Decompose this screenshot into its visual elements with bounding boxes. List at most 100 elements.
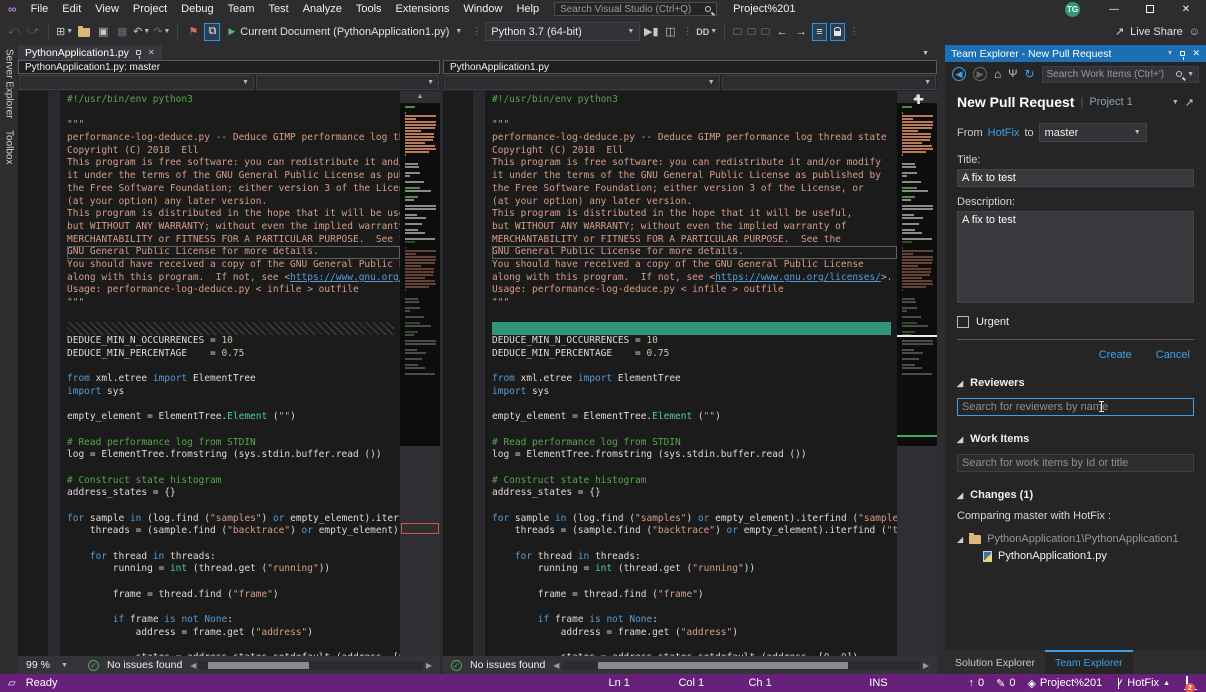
code-line[interactable]: but WITHOUT ANY WARRANTY; without even t… <box>492 221 897 234</box>
work-items-section-header[interactable]: ◢ Work Items <box>957 433 1194 445</box>
refresh-icon[interactable]: ↻ <box>1024 67 1034 81</box>
zoom-level-select[interactable]: 99 % ▼ <box>26 659 80 671</box>
code-line[interactable]: # Construct state histogram <box>67 475 400 488</box>
create-button[interactable]: Create <box>1099 349 1132 361</box>
menu-test[interactable]: Test <box>262 2 296 16</box>
back-icon[interactable]: ◀ <box>952 67 966 81</box>
code-line[interactable]: You should have received a copy of the G… <box>67 259 400 272</box>
code-line[interactable]: DEDUCE_MIN_PERCENTAGE = 0.75 <box>67 348 400 361</box>
incoming-commits-indicator[interactable]: ↑ 0 <box>968 677 984 689</box>
save-all-icon[interactable]: ▦ <box>114 23 130 41</box>
code-line[interactable]: the Free Software Foundation; either ver… <box>67 183 400 196</box>
code-line[interactable]: """ <box>67 119 400 132</box>
undo-icon[interactable]: ↶▼ <box>133 23 150 41</box>
code-line[interactable]: for sample in (log.find ("samples") or e… <box>67 513 400 526</box>
code-line[interactable] <box>492 640 897 653</box>
code-line[interactable]: the Free Software Foundation; either ver… <box>492 183 897 196</box>
code-line[interactable]: """ <box>492 297 897 310</box>
new-project-icon[interactable]: ⊞▼ <box>56 23 73 41</box>
code-line[interactable]: (at your option) any later version. <box>67 196 400 209</box>
code-line[interactable]: # Construct state histogram <box>492 475 897 488</box>
code-line[interactable]: for sample in (log.find ("samples") or e… <box>492 513 897 526</box>
code-line[interactable]: DEDUCE_MIN_PERCENTAGE = 0.75 <box>492 348 897 361</box>
python-environment-combo[interactable]: Python 3.7 (64-bit) ▼ <box>485 22 640 41</box>
code-line[interactable]: Usage: performance-log-deduce.py < infil… <box>67 284 400 297</box>
code-line[interactable] <box>67 107 400 120</box>
quick-search-box[interactable]: Search Visual Studio (Ctrl+Q) <box>554 2 717 16</box>
open-folder-icon[interactable] <box>76 23 92 41</box>
pending-edits-indicator[interactable]: ✎ 0 <box>996 677 1015 690</box>
work-items-search-box[interactable]: Search Work Items (Ctrl+') ▼ <box>1042 66 1199 83</box>
code-line[interactable] <box>67 500 400 513</box>
maximize-button[interactable] <box>1132 0 1168 18</box>
code-line[interactable] <box>492 538 897 551</box>
code-line[interactable]: import sys <box>492 386 897 399</box>
code-line[interactable]: states = address_states.setdefault (addr… <box>492 652 897 656</box>
toggle-comments-icon[interactable] <box>761 28 770 35</box>
code-line[interactable]: address_states = {} <box>67 487 400 500</box>
code-line[interactable] <box>492 399 897 412</box>
window-position-icon[interactable]: ▼ <box>1167 50 1174 57</box>
branch-indicator[interactable]: HotFix ▲ <box>1114 677 1170 689</box>
previous-difference-icon[interactable]: ← <box>774 23 790 41</box>
redo-icon[interactable]: ↷▼ <box>153 23 170 41</box>
side-by-side-compare-toggle[interactable]: ⧉ <box>204 23 220 41</box>
previous-comment-icon[interactable] <box>733 28 742 35</box>
code-line[interactable]: log = ElementTree.fromstring (sys.stdin.… <box>492 449 897 462</box>
sidebar-tab-server-explorer[interactable]: Server Explorer <box>4 49 15 118</box>
document-tab[interactable]: PythonApplication1.py ✕ <box>18 45 162 60</box>
inline-diff-toggle[interactable]: ≡ <box>812 23 826 41</box>
code-editor-left[interactable]: #!/usr/bin/env python3"""performance-log… <box>60 91 400 656</box>
next-difference-icon[interactable]: → <box>793 23 809 41</box>
splitter-grip-icon[interactable]: ✚ <box>913 92 924 108</box>
code-line[interactable]: for thread in threads: <box>67 551 400 564</box>
reviewers-search-input[interactable] <box>957 398 1194 416</box>
code-line[interactable]: if frame is not None: <box>492 614 897 627</box>
code-line[interactable]: running = int (thread.get ("running")) <box>67 563 400 576</box>
changes-folder-row[interactable]: ◢ PythonApplication1\PythonApplication1 <box>957 533 1194 545</box>
lock-scrolling-toggle[interactable] <box>830 23 845 41</box>
code-line[interactable] <box>492 500 897 513</box>
reviewers-section-header[interactable]: ◢ Reviewers <box>957 377 1194 389</box>
git-changes-icon[interactable]: ⚑ <box>185 23 201 41</box>
code-line[interactable]: MERCHANTABILITY or FITNESS FOR A PARTICU… <box>492 234 897 247</box>
pin-icon[interactable] <box>136 50 141 55</box>
panel-splitter[interactable] <box>937 45 945 674</box>
code-line[interactable] <box>67 399 400 412</box>
pr-title-input[interactable] <box>957 169 1194 187</box>
code-line[interactable]: GNU General Public License for more deta… <box>492 246 897 259</box>
code-line[interactable] <box>492 576 897 589</box>
horizontal-scrollbar-right[interactable]: ◀ ▶ <box>553 661 929 670</box>
code-line[interactable] <box>492 602 897 615</box>
code-line[interactable]: This program is free software: you can r… <box>67 157 400 170</box>
changes-section-header[interactable]: ◢ Changes (1) <box>957 489 1194 501</box>
window-layout-icon[interactable]: ◫ <box>662 23 678 41</box>
code-line[interactable]: for thread in threads: <box>492 551 897 564</box>
code-line[interactable]: frame = thread.find ("frame") <box>67 589 400 602</box>
member-dropdown[interactable]: ▼ <box>256 75 439 90</box>
next-comment-icon[interactable] <box>747 28 756 35</box>
code-line[interactable] <box>67 462 400 475</box>
code-line[interactable] <box>67 322 394 335</box>
solution-platforms-icon[interactable]: ▶▮ <box>643 23 659 41</box>
code-line[interactable]: This program is free software: you can r… <box>492 157 897 170</box>
code-line[interactable]: from xml.etree import ElementTree <box>67 373 400 386</box>
code-line[interactable]: Copyright (C) 2018 Ell <box>492 145 897 158</box>
pr-description-input[interactable]: A fix to test <box>957 211 1194 303</box>
tool-window-titlebar[interactable]: Team Explorer - New Pull Request ▼ ✕ <box>945 45 1206 62</box>
urgent-checkbox[interactable] <box>957 316 969 328</box>
scroll-right-icon[interactable]: ▶ <box>426 661 432 670</box>
navigate-forward-icon[interactable]: ⤻ <box>25 23 41 41</box>
auto-hide-pin-icon[interactable] <box>1180 51 1185 56</box>
forward-icon[interactable]: ▶ <box>973 67 987 81</box>
code-line[interactable]: states = address_states.setdefault (addr… <box>67 652 400 656</box>
code-line[interactable] <box>492 424 897 437</box>
scrollbar-map-left[interactable]: ▲ <box>400 91 440 656</box>
code-line[interactable]: running = int (thread.get ("running")) <box>492 563 897 576</box>
code-line[interactable]: (at your option) any later version. <box>492 196 897 209</box>
code-line[interactable] <box>492 322 891 335</box>
connect-plug-icon[interactable]: Ψ <box>1008 68 1017 80</box>
code-line[interactable]: # Read performance log from STDIN <box>492 437 897 450</box>
code-line[interactable]: # Read performance log from STDIN <box>67 437 400 450</box>
code-line[interactable]: Copyright (C) 2018 Ell <box>67 145 400 158</box>
